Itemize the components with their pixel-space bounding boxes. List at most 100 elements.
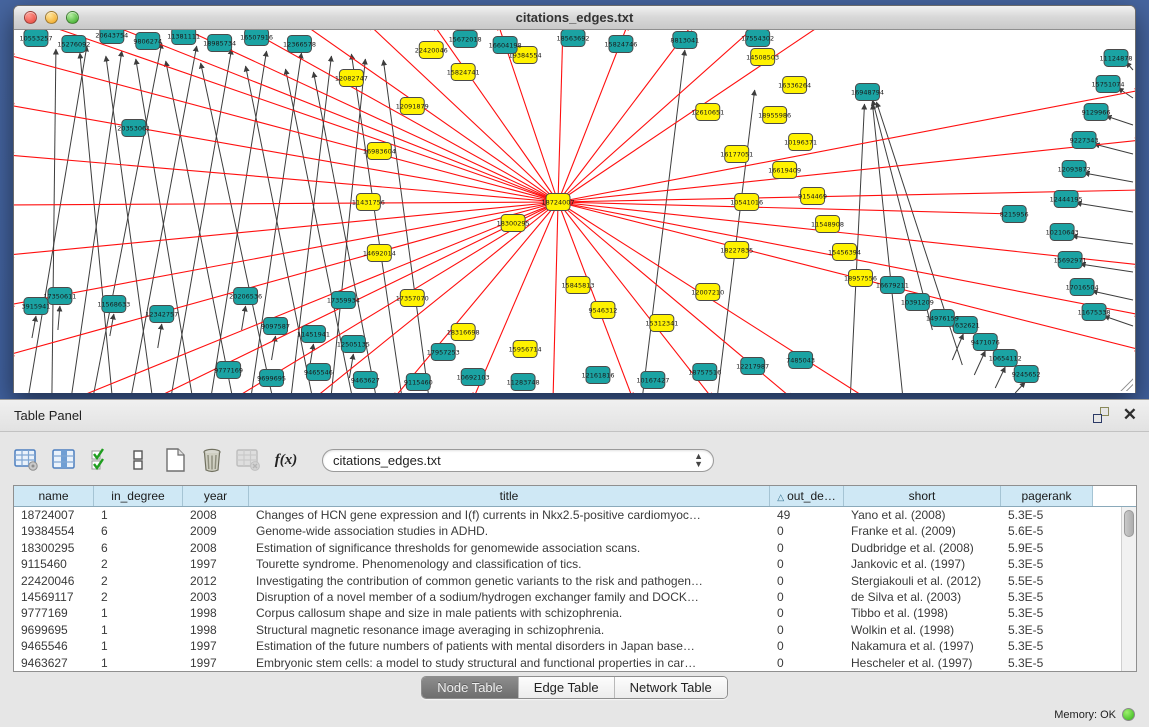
graph-edge[interactable] — [132, 46, 197, 393]
graph-node[interactable]: 11381111 — [167, 30, 200, 45]
table-row[interactable]: 1938455462009Genome-wide association stu… — [14, 523, 1136, 539]
table-row[interactable]: 911546021997Tourette syndrome. Phenomeno… — [14, 556, 1136, 572]
new-document-icon[interactable] — [162, 447, 188, 473]
graph-node[interactable]: 11283748 — [507, 374, 540, 391]
table-row[interactable]: 1830029562008Estimation of significance … — [14, 540, 1136, 556]
graph-node[interactable]: 18316698 — [447, 324, 480, 341]
graph-node[interactable]: 9471076 — [971, 334, 1000, 351]
table-row[interactable]: 946554611997Estimation of the future num… — [14, 638, 1136, 654]
graph-node[interactable]: 11124878 — [1100, 50, 1133, 67]
column-header-title[interactable]: title — [249, 486, 770, 506]
graph-node[interactable]: 14692014 — [363, 245, 396, 262]
graph-node[interactable]: 12007210 — [691, 284, 724, 301]
graph-edge[interactable] — [212, 51, 267, 393]
graph-node[interactable]: 18957556 — [844, 270, 877, 287]
graph-edge-selected[interactable] — [558, 30, 628, 202]
graph-edge-selected[interactable] — [174, 30, 558, 202]
graph-node[interactable]: 17957253 — [427, 344, 460, 361]
graph-edge[interactable] — [80, 53, 112, 393]
graph-node[interactable]: 17359934 — [327, 292, 360, 309]
graph-edge-selected[interactable] — [558, 190, 1135, 202]
graph-edge[interactable] — [158, 324, 162, 348]
graph-edge[interactable] — [1104, 316, 1133, 326]
graph-edge-selected[interactable] — [14, 155, 558, 202]
graph-edge-selected[interactable] — [558, 30, 563, 202]
graph-edge[interactable] — [349, 354, 353, 378]
graph-node[interactable]: 12217987 — [736, 358, 769, 375]
graph-node[interactable]: 18563692 — [557, 30, 590, 47]
graph-node[interactable]: 17016504 — [1066, 279, 1099, 296]
graph-edge-selected[interactable] — [558, 140, 1135, 202]
table-row[interactable]: 1456911722003Disruption of a novel membe… — [14, 589, 1136, 605]
graph-edge[interactable] — [872, 104, 902, 393]
graph-node[interactable]: 18955986 — [758, 107, 791, 124]
graph-node[interactable]: 9777169 — [214, 362, 243, 379]
graph-node[interactable]: 18227835 — [720, 242, 753, 259]
close-panel-icon[interactable]: ✕ — [1123, 407, 1137, 423]
graph-node[interactable]: 16336264 — [778, 77, 811, 94]
graph-node[interactable]: 12444195 — [1050, 191, 1083, 208]
select-columns-icon[interactable] — [51, 447, 77, 473]
column-header-year[interactable]: year — [183, 486, 249, 506]
graph-node[interactable]: 9245652 — [1012, 366, 1041, 383]
float-panel-icon[interactable] — [1093, 407, 1109, 423]
graph-edge-selected[interactable] — [14, 105, 558, 202]
graph-edge-selected[interactable] — [558, 202, 1014, 214]
window-resize-grip[interactable] — [1119, 377, 1133, 391]
column-header-name[interactable]: name — [14, 486, 94, 506]
graph-node[interactable]: 17554302 — [741, 30, 774, 47]
graph-node[interactable]: 8813041 — [670, 32, 699, 49]
graph-edge-selected[interactable] — [558, 202, 633, 393]
graph-edge-selected[interactable] — [14, 202, 558, 205]
graph-node[interactable]: 12610651 — [691, 104, 724, 121]
graph-node[interactable]: 9154469 — [798, 188, 827, 205]
graph-edge[interactable] — [974, 351, 985, 375]
graph-edge[interactable] — [1072, 236, 1133, 244]
graph-node[interactable]: 10541016 — [730, 194, 763, 211]
graph-node[interactable]: 12093872 — [1058, 161, 1091, 178]
function-builder-icon[interactable]: f(x) — [273, 447, 299, 473]
graph-node[interactable]: 20643754 — [95, 30, 128, 44]
graph-node[interactable]: 10196371 — [784, 134, 817, 151]
graph-node[interactable]: 12342757 — [145, 306, 178, 323]
column-header-in-degree[interactable]: in_degree — [94, 486, 183, 506]
graph-node[interactable]: 17357070 — [396, 290, 429, 307]
graph-node[interactable]: 10692103 — [457, 369, 490, 386]
graph-node[interactable]: 15845813 — [562, 277, 595, 294]
graph-node[interactable]: 15692971 — [1054, 252, 1087, 269]
graph-node[interactable]: 9546312 — [589, 302, 618, 319]
graph-node[interactable]: 9463627 — [351, 372, 380, 389]
tab-node-table[interactable]: Node Table — [422, 677, 519, 698]
graph-edge-selected[interactable] — [553, 202, 558, 393]
graph-node[interactable]: 22420046 — [415, 42, 448, 59]
graph-node[interactable]: 11431756 — [352, 194, 385, 211]
graph-node[interactable]: 9115460 — [404, 374, 433, 391]
graph-edge[interactable] — [1076, 203, 1133, 212]
graph-edge[interactable] — [1015, 382, 1025, 393]
graph-edge-selected[interactable] — [14, 55, 558, 202]
tab-network-table[interactable]: Network Table — [615, 677, 727, 698]
graph-edge[interactable] — [72, 51, 122, 393]
graph-node[interactable]: 9465546 — [304, 364, 333, 381]
graph-node[interactable]: 18985734 — [203, 35, 236, 52]
graph-edge[interactable] — [1084, 173, 1133, 182]
graph-node[interactable]: 16604198 — [489, 37, 522, 54]
network-view[interactable]: 1872400719384554158247411209187916983604… — [14, 30, 1135, 393]
graph-node[interactable]: 11451941 — [297, 326, 330, 343]
column-header-short[interactable]: short — [844, 486, 1001, 506]
graph-edge[interactable] — [1106, 116, 1133, 125]
graph-node[interactable]: 16983604 — [363, 143, 396, 160]
graph-node[interactable]: 10654112 — [989, 350, 1022, 367]
table-vertical-scrollbar[interactable] — [1121, 507, 1136, 671]
graph-edge[interactable] — [166, 61, 232, 393]
tab-edge-table[interactable]: Edge Table — [519, 677, 615, 698]
graph-node[interactable]: 9097587 — [261, 318, 290, 335]
table-row[interactable]: 977716911998Corpus callosum shape and si… — [14, 605, 1136, 621]
graph-node[interactable]: 20206536 — [229, 288, 262, 305]
graph-edge[interactable] — [995, 367, 1005, 388]
graph-node[interactable]: 3915941 — [22, 298, 51, 315]
graph-edge[interactable] — [58, 306, 60, 330]
graph-node[interactable]: 18300295 — [497, 215, 530, 232]
graph-node[interactable]: 9806274 — [133, 33, 162, 50]
graph-node[interactable]: 11548908 — [811, 216, 844, 233]
